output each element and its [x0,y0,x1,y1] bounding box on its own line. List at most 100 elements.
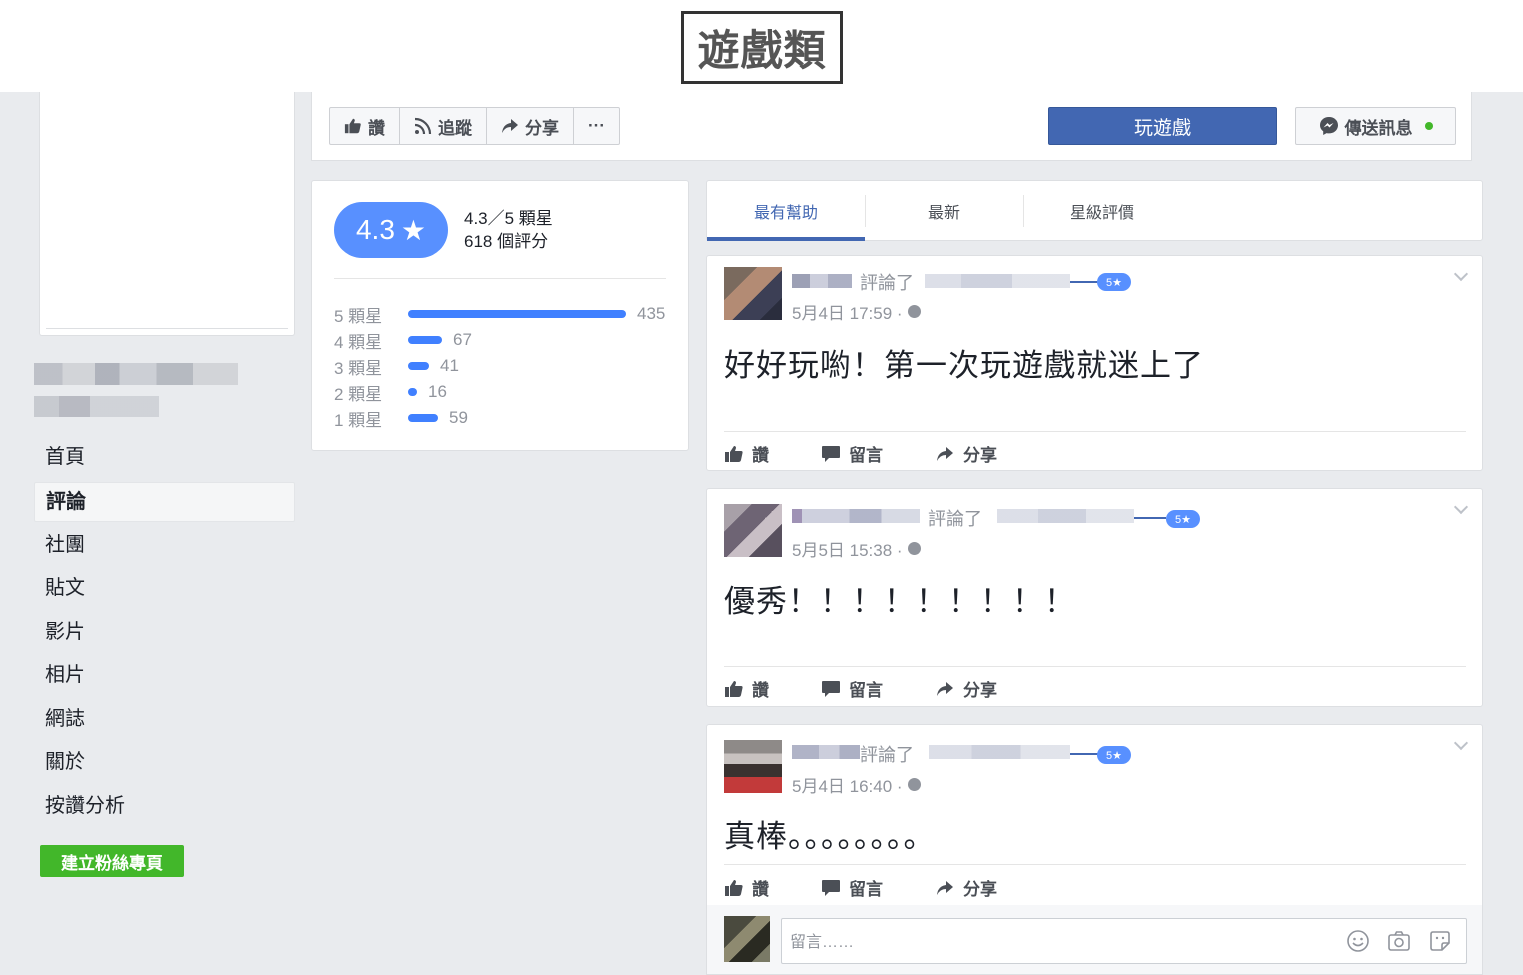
distribution-bar [408,388,417,396]
review-card: 評論了 5★ 5月5日 15:38 · 優秀！！！！！！！！！ 讚 留言 分享 [706,488,1483,707]
rss-follow-icon [414,117,432,135]
review-timestamp[interactable]: 5月5日 15:38 · [792,536,921,561]
review-comment-button[interactable]: 留言 [821,875,883,900]
review-date-text: 5月5日 15:38 · [792,541,903,560]
distribution-count: 67 [453,330,472,349]
star-level-label: 3 顆星 [334,358,383,378]
rating-summary-text: 4.3／5 顆星 618 個評分 [464,207,553,253]
tab-most-helpful[interactable]: 最有幫助 [707,181,865,241]
chevron-down-icon[interactable] [1453,266,1469,282]
like-label: 讚 [752,880,769,899]
sidebar-item-groups[interactable]: 社團 [34,524,295,568]
sidebar-item-insights[interactable]: 按讚分析 [34,785,295,829]
rating-score-pill: 4.3 ★ [334,202,448,258]
rating-connector [1070,753,1098,755]
distribution-bar [408,362,429,370]
distribution-row[interactable]: 2 顆星 16 [334,379,665,405]
comment-label: 留言 [849,880,883,899]
thumbs-up-icon [344,118,361,134]
user-avatar[interactable] [724,916,770,962]
reviewer-name-blurred[interactable] [792,509,920,523]
share-page-button[interactable]: 分享 [487,108,574,144]
star-rating-badge: 5★ [1097,746,1131,764]
share-arrow-icon [937,681,953,696]
share-page-label: 分享 [525,118,559,138]
like-page-label: 讚 [368,118,385,138]
emoji-icon[interactable] [1346,929,1370,953]
review-share-button[interactable]: 分享 [935,441,997,466]
chevron-down-icon[interactable] [1453,499,1469,515]
sidebar-item-reviews[interactable]: 評論 [34,481,295,522]
create-page-button[interactable]: 建立粉絲專頁 [40,845,184,877]
review-share-button[interactable]: 分享 [935,875,997,900]
share-arrow-icon [937,446,953,461]
comment-label: 留言 [849,446,883,465]
reviewer-name-blurred[interactable] [792,274,852,288]
reviewed-page-blurred[interactable] [997,509,1134,523]
distribution-row[interactable]: 1 顆星 59 [334,405,665,431]
sidebar-item-videos[interactable]: 影片 [34,611,295,655]
send-message-button[interactable]: 傳送訊息 [1295,107,1456,145]
distribution-row[interactable]: 3 顆星 41 [334,353,665,379]
more-options-icon: ··· [588,116,605,135]
star-level-label: 5 顆星 [334,306,383,326]
divider [724,864,1466,865]
online-status-dot [1424,122,1433,130]
thumbs-up-icon [725,445,743,462]
reviewer-avatar[interactable] [724,267,782,320]
share-label: 分享 [963,446,997,465]
review-date-text: 5月4日 17:59 · [792,304,903,323]
distribution-count: 41 [440,356,459,375]
review-share-button[interactable]: 分享 [935,676,997,701]
sticker-icon[interactable] [1428,929,1452,953]
reviewer-avatar[interactable] [724,740,782,793]
divider [334,278,666,279]
chevron-down-icon[interactable] [1453,735,1469,751]
review-like-button[interactable]: 讚 [724,441,769,466]
profile-picture-card[interactable] [39,92,295,336]
review-timestamp[interactable]: 5月4日 17:59 · [792,299,921,324]
distribution-count: 16 [428,382,447,401]
review-like-button[interactable]: 讚 [724,676,769,701]
review-date-text: 5月4日 16:40 · [792,777,903,796]
play-game-button[interactable]: 玩遊戲 [1048,107,1277,145]
rating-distribution: 5 顆星 435 4 顆星 67 3 顆星 41 2 顆星 16 1 顆星 59 [334,301,665,431]
comment-placeholder: 留言…… [790,934,855,951]
review-card: 評論了 5★ 5月4日 17:59 · 好好玩喲！第一次玩遊戲就迷上了 讚 留言… [706,255,1483,471]
sidebar-item-home[interactable]: 首頁 [34,436,295,480]
follow-button[interactable]: 追蹤 [400,108,487,144]
tab-most-recent[interactable]: 最新 [865,181,1023,240]
sidebar-item-photos[interactable]: 相片 [34,654,295,698]
more-options-button[interactable]: ··· [574,108,619,144]
review-comment-button[interactable]: 留言 [821,441,883,466]
like-page-button[interactable]: 讚 [330,108,400,144]
comment-input[interactable]: 留言…… [781,918,1467,964]
reviewed-page-blurred[interactable] [929,745,1070,759]
tab-star-rating[interactable]: 星級評價 [1023,181,1181,240]
review-comment-button[interactable]: 留言 [821,676,883,701]
distribution-count: 59 [449,408,468,427]
reviewer-name-blurred[interactable] [792,745,860,759]
like-label: 讚 [752,446,769,465]
divider [724,666,1466,667]
sidebar-item-notes[interactable]: 網誌 [34,698,295,742]
page-actions-group: 讚 追蹤 分享 ··· [329,107,620,145]
sidebar-item-about[interactable]: 關於 [34,741,295,785]
review-actions: 讚 留言 分享 [724,875,997,900]
share-arrow-icon [937,880,953,895]
comment-composer: 留言…… [706,905,1483,975]
page-handle-blurred [34,396,159,417]
share-label: 分享 [963,880,997,899]
review-timestamp[interactable]: 5月4日 16:40 · [792,772,921,797]
review-verb: 評論了 [928,509,982,529]
star-icon: ★ [400,214,427,246]
distribution-row[interactable]: 5 顆星 435 [334,301,665,327]
camera-icon[interactable] [1387,929,1411,953]
follow-label: 追蹤 [438,118,472,138]
sidebar-item-posts[interactable]: 貼文 [34,567,295,611]
reviewed-page-blurred[interactable] [925,274,1070,288]
distribution-row[interactable]: 4 顆星 67 [334,327,665,353]
page-name-blurred [34,363,238,385]
review-like-button[interactable]: 讚 [724,875,769,900]
reviewer-avatar[interactable] [724,504,782,557]
